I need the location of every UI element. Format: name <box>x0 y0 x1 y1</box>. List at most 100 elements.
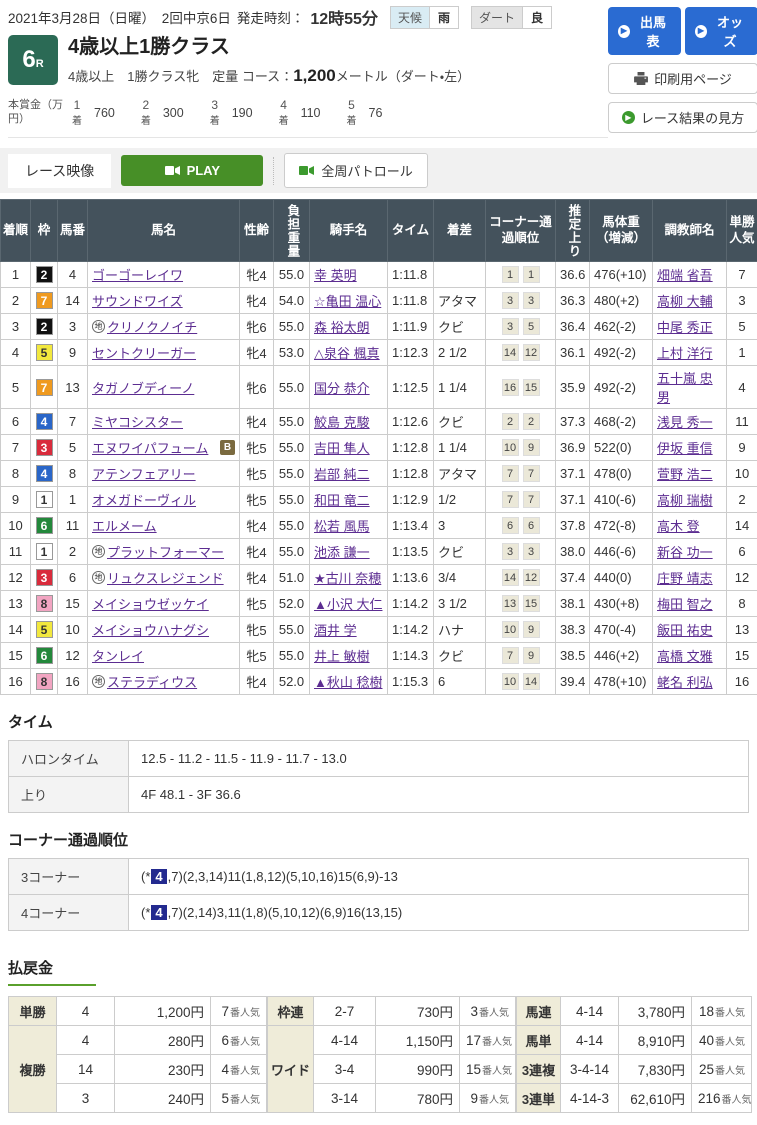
jockey-link[interactable]: ▲小沢 大仁 <box>314 597 382 612</box>
trainer-link[interactable]: 高木 登 <box>657 519 700 534</box>
corner4-position: 12 <box>523 344 540 361</box>
margin: 3/4 <box>434 565 486 591</box>
page-header: 2021年3月28日（日曜） 2回中京6日 発走時刻： 12時55分 天候 雨 … <box>0 0 757 146</box>
horse-name-wrap: 地リュクスレジェンド <box>92 568 235 587</box>
trainer-link[interactable]: 中尾 秀正 <box>657 320 713 335</box>
horse-name-link[interactable]: エヌワイパフューム <box>92 438 208 457</box>
odds-button[interactable]: ▶ オッズ <box>685 7 757 55</box>
finish-time: 1:15.3 <box>388 669 434 695</box>
corner-order-prefix: (* <box>141 869 150 884</box>
result-guide-button[interactable]: ▶ レース結果の見方 <box>608 102 757 133</box>
print-page-button[interactable]: 印刷用ページ <box>608 63 757 94</box>
patrol-video-button[interactable]: 全周パトロール <box>284 153 427 188</box>
horse-name-link[interactable]: プラットフォーマー <box>107 542 224 561</box>
popularity-number: 17 <box>466 1033 481 1048</box>
corner4-position: 7 <box>523 491 540 508</box>
frame-number-cell: 3 <box>31 565 58 591</box>
entry-table-button[interactable]: ▶ 出馬表 <box>608 7 681 55</box>
play-button[interactable]: PLAY <box>121 155 263 186</box>
horse-name-link[interactable]: メイショウハナグシ <box>92 620 209 639</box>
popularity-number: 6 <box>221 1033 229 1048</box>
column-header: タイム <box>388 200 434 262</box>
tab-race-video[interactable]: レース映像 <box>8 154 111 188</box>
race-title-row: 6R 4歳以上1勝クラス 4歳以上 1勝クラス牝 定量 コース：1,200メート… <box>8 35 608 86</box>
corner3-position: 10 <box>502 439 519 456</box>
win-popularity: 8 <box>727 591 757 617</box>
prize-place: 2着 <box>141 98 151 127</box>
bet-type-label: 馬連 <box>517 997 561 1026</box>
sex-age: 牝5 <box>240 617 274 643</box>
horse-name-link[interactable]: サウンドワイズ <box>92 291 183 310</box>
jockey-link[interactable]: 幸 英明 <box>314 268 357 283</box>
time-section: タイム ハロンタイム 12.5 - 11.2 - 11.5 - 11.9 - 1… <box>8 711 749 813</box>
horse-name-link[interactable]: ゴーゴーレイワ <box>92 265 183 284</box>
trainer-link[interactable]: 高橋 文雅 <box>657 649 713 664</box>
horse-name-link[interactable]: オメガドーヴィル <box>92 490 196 509</box>
prize-place: 1着 <box>72 98 82 127</box>
trainer-link[interactable]: 五十嵐 忠男 <box>657 371 713 405</box>
trainer-link[interactable]: 伊坂 重信 <box>657 441 713 456</box>
jockey-link[interactable]: 国分 恭介 <box>314 381 370 396</box>
horse-name-link[interactable]: リュクスレジェンド <box>107 568 224 587</box>
jockey-link[interactable]: △泉谷 楓真 <box>314 346 380 361</box>
jockey-link[interactable]: 鮫島 克駿 <box>314 415 370 430</box>
prize-place-number: 5 <box>348 98 355 112</box>
horse-name-link[interactable]: ミヤコシスター <box>92 412 183 431</box>
horse-name-link[interactable]: セントクリーガー <box>92 343 196 362</box>
column-header: 騎手名 <box>310 200 388 262</box>
race-number-badge: 6R <box>8 35 58 85</box>
trainer-link[interactable]: 蛯名 利弘 <box>657 675 713 690</box>
trainer-cell: 五十嵐 忠男 <box>653 366 727 409</box>
jockey-link[interactable]: 井上 敏樹 <box>314 649 370 664</box>
jockey-link[interactable]: ▲秋山 稔樹 <box>314 675 382 690</box>
corner4-position: 7 <box>523 465 540 482</box>
horse-name-link[interactable]: アテンフェアリー <box>92 464 196 483</box>
corner4-position: 9 <box>523 647 540 664</box>
horse-name-link[interactable]: タンレイ <box>92 646 144 665</box>
trainer-link[interactable]: 高柳 大輔 <box>657 294 713 309</box>
trainer-link[interactable]: 梅田 智之 <box>657 597 713 612</box>
jockey-link[interactable]: 岩部 純二 <box>314 467 370 482</box>
popularity-suffix: 番人気 <box>482 1037 512 1048</box>
trainer-link[interactable]: 上村 洋行 <box>657 346 713 361</box>
results-header-row: 着順枠馬番馬名性齢負担重量騎手名タイム着差コーナー通過順位推定上り馬体重（増減）… <box>1 200 757 262</box>
frame-number-badge: 1 <box>36 543 53 560</box>
trainer-link[interactable]: 新谷 功一 <box>657 545 713 560</box>
trainer-link[interactable]: 飯田 祐史 <box>657 623 713 638</box>
win-popularity: 12 <box>727 565 757 591</box>
trainer-link[interactable]: 畑端 省吾 <box>657 268 713 283</box>
trainer-link[interactable]: 萱野 浩二 <box>657 467 713 482</box>
frame-number-cell: 8 <box>31 669 58 695</box>
carried-weight: 55.0 <box>274 314 310 340</box>
race-conditions: 4歳以上 1勝クラス牝 定量 コース：1,200メートル（ダート・左） <box>68 66 470 86</box>
payout-popularity: 216番人気 <box>692 1084 752 1113</box>
corner3-position: 1 <box>502 266 519 283</box>
horse-number: 16 <box>58 669 88 695</box>
carried-weight: 55.0 <box>274 513 310 539</box>
trainer-link[interactable]: 浅見 秀一 <box>657 415 713 430</box>
payout-section-title: 払戻金 <box>8 957 749 986</box>
trainer-link[interactable]: 庄野 靖志 <box>657 571 713 586</box>
track-value: 良 <box>522 7 551 28</box>
horse-name-link[interactable]: メイショウゼッケイ <box>92 594 209 613</box>
jockey-link[interactable]: 松若 風馬 <box>314 519 370 534</box>
trainer-link[interactable]: 高柳 瑞樹 <box>657 493 713 508</box>
jockey-link[interactable]: ★古川 奈穂 <box>314 571 381 586</box>
jockey-link[interactable]: 和田 竜二 <box>314 493 370 508</box>
finish-position: 11 <box>1 539 31 565</box>
trainer-cell: 畑端 省吾 <box>653 262 727 288</box>
corner4-position: 15 <box>523 379 540 396</box>
horse-name-link[interactable]: タガノブディーノ <box>92 378 194 397</box>
jockey-link[interactable]: 森 裕太朗 <box>314 320 370 335</box>
jockey-link[interactable]: 吉田 隼人 <box>314 441 370 456</box>
frame-number-cell: 6 <box>31 643 58 669</box>
jockey-link[interactable]: 池添 謙一 <box>314 545 370 560</box>
horse-name-link[interactable]: ステラディウス <box>107 672 197 691</box>
jockey-link[interactable]: 酒井 学 <box>314 623 357 638</box>
horse-name-link[interactable]: クリノクノイチ <box>107 317 197 336</box>
horse-name-link[interactable]: エルメーム <box>92 516 157 535</box>
popularity-number: 5 <box>221 1091 229 1106</box>
jockey-link[interactable]: ☆亀田 温心 <box>314 294 381 309</box>
estimated-last3f: 36.6 <box>556 262 590 288</box>
frame-number-badge: 3 <box>36 569 53 586</box>
